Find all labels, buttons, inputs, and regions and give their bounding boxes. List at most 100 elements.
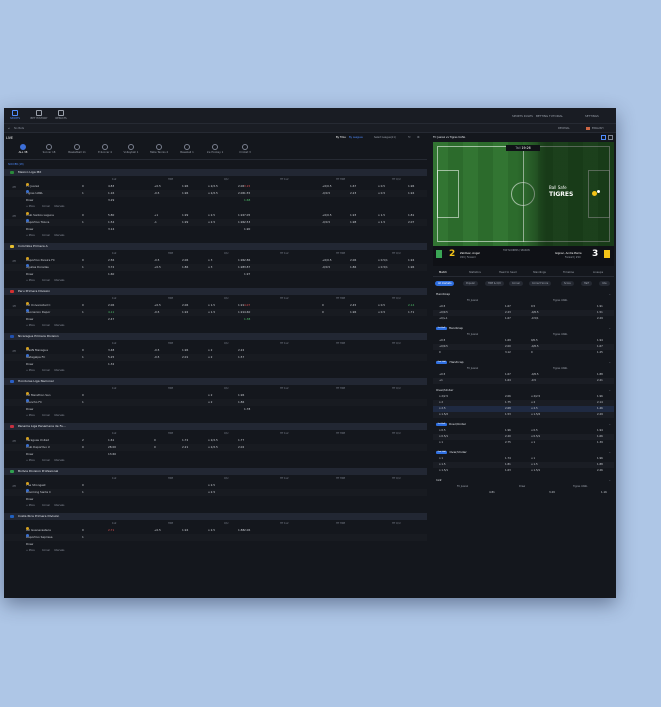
odds-cell[interactable]: 1.96 — [408, 183, 414, 190]
sort-by-time[interactable]: By Time — [336, 136, 346, 139]
odds-cell[interactable]: 2.06 — [182, 302, 188, 309]
detail-tab-4[interactable]: Timeline — [563, 271, 574, 274]
odds-cell[interactable]: 7.05 — [244, 212, 250, 219]
corner-link[interactable]: Corner — [42, 368, 50, 374]
odds-format-select[interactable]: DECIMAL — [558, 127, 570, 130]
odds-cell[interactable]: 1.94 — [408, 190, 414, 197]
intervals-link[interactable]: Intervals — [54, 278, 64, 284]
corner-link[interactable]: Corner — [42, 323, 50, 329]
sort-by-leagues[interactable]: By Leagues — [349, 136, 363, 139]
odds-value[interactable]: 1.64 — [505, 378, 511, 384]
more-link[interactable]: + More — [26, 548, 35, 554]
intervals-link[interactable]: Intervals — [54, 503, 64, 509]
odds-cell[interactable]: 1.38 — [244, 316, 250, 323]
league-header[interactable]: Colombia Primera A — [4, 243, 427, 250]
odds-cell[interactable]: 28.00 — [108, 444, 116, 451]
market-pill-1[interactable]: Popular — [463, 281, 478, 286]
detail-tab-0[interactable]: Match — [439, 271, 447, 274]
detail-tab-3[interactable]: Standings — [533, 271, 546, 274]
odds-cell[interactable]: 3.87 — [244, 264, 250, 271]
odds-cell[interactable]: 2.06 — [244, 527, 250, 534]
odds-cell[interactable]: 3.48 — [108, 347, 114, 354]
odds-cell[interactable]: 4.60 — [244, 309, 250, 316]
corner-link[interactable]: Corner — [42, 503, 50, 509]
corner-link[interactable]: Corner — [42, 548, 50, 554]
market-header[interactable]: Handicap ⌄ — [433, 291, 614, 298]
odds-cell[interactable]: 3.14 — [108, 226, 114, 233]
odds-cell[interactable]: 1.94 — [408, 257, 414, 264]
more-link[interactable]: + More — [26, 323, 35, 329]
odds-cell[interactable]: 4.07 — [244, 302, 250, 309]
odds-cell[interactable]: 3.72 — [108, 264, 114, 271]
market-header[interactable]: 1x2 ⌄ — [433, 477, 614, 484]
market-header[interactable]: 2nd Half Over/Under ⌄ — [433, 449, 614, 456]
more-link[interactable]: + More — [26, 458, 35, 464]
chevron-down-icon[interactable]: ⌄ — [608, 449, 611, 456]
chevron-down-icon[interactable]: ⌄ — [608, 387, 611, 394]
odds-cell[interactable]: 2.14 — [408, 302, 414, 309]
nav-bet-history[interactable]: BET HISTORY — [26, 110, 52, 120]
more-link[interactable]: + More — [26, 233, 35, 239]
more-link[interactable]: + More — [26, 204, 35, 210]
odds-cell[interactable]: 2.71 — [108, 527, 114, 534]
detail-tab-5[interactable]: Lineups — [593, 271, 603, 274]
odds-cell[interactable]: 2.56 — [108, 257, 114, 264]
odds-cell[interactable]: 2.06 — [108, 302, 114, 309]
odds-cell[interactable]: 5.80 — [108, 212, 114, 219]
corner-link[interactable]: Corner — [42, 204, 50, 210]
odds-cell[interactable]: 1.98 — [350, 219, 356, 226]
sport-tab-6[interactable]: Baseball 1 — [172, 144, 202, 154]
odds-cell[interactable]: 4.11 — [108, 309, 114, 316]
odds-cell[interactable]: 1.96 — [182, 183, 188, 190]
odds-cell[interactable]: 1.99 — [182, 219, 188, 226]
odds-cell[interactable]: 2.22 — [238, 347, 244, 354]
sport-tab-7[interactable]: Ice Hockey 1 — [200, 144, 230, 154]
odds-value[interactable]: 1.53 — [505, 412, 511, 418]
market-pill-5[interactable]: Score — [561, 281, 574, 286]
intervals-link[interactable]: Intervals — [54, 548, 64, 554]
chevron-down-icon[interactable]: ⌄ — [608, 325, 611, 332]
intervals-link[interactable]: Intervals — [54, 323, 64, 329]
odds-cell[interactable]: 2.02 — [238, 444, 244, 451]
more-link[interactable]: + More — [26, 368, 35, 374]
odds-cell[interactable]: 1.72 — [182, 437, 188, 444]
sport-tab-4[interactable]: Volleyball 1 — [116, 144, 146, 154]
intervals-link[interactable]: Intervals — [54, 413, 64, 419]
league-header[interactable]: Mexico Liga MX — [4, 169, 427, 176]
betting-tutorial-link[interactable]: BETTING TUTORIAL — [536, 114, 563, 118]
market-header[interactable]: 1st Half Handicap ⌄ — [433, 325, 614, 332]
layout-icon[interactable] — [601, 135, 606, 140]
odds-cell[interactable]: 2.45 — [350, 302, 356, 309]
settings-icon[interactable]: ⚙ — [417, 135, 420, 139]
intervals-link[interactable]: Intervals — [54, 233, 64, 239]
odds-cell[interactable]: 1.71 — [408, 309, 414, 316]
chevron-down-icon[interactable]: ⌄ — [608, 421, 611, 428]
chevron-down-icon[interactable]: ⌄ — [608, 291, 611, 298]
odds-cell[interactable]: 13.60 — [108, 451, 116, 458]
odds-cell[interactable]: 1.86 — [238, 399, 244, 406]
odds-cell[interactable]: 1.60 — [108, 271, 114, 278]
odds-cell[interactable]: 1.67 — [350, 183, 356, 190]
league-header[interactable]: Honduras Liga Nacional — [4, 378, 427, 385]
odds-cell[interactable]: 1.54 — [108, 219, 114, 226]
market-header[interactable]: 2nd Half Handicap ⌄ — [433, 359, 614, 366]
odds-cell[interactable]: 1.68 — [244, 197, 250, 204]
odds-cell[interactable]: 5.25 — [108, 354, 114, 361]
odds-cell[interactable]: 2.86 — [244, 257, 250, 264]
odds-cell[interactable]: 2.53 — [244, 219, 250, 226]
arrow-left-icon[interactable]: ◂ — [8, 127, 9, 130]
chevron-down-icon[interactable]: ⌄ — [608, 477, 611, 484]
market-header[interactable]: Over/Under ⌄ — [433, 387, 614, 394]
market-pill-6[interactable]: Half — [581, 281, 592, 286]
odds-cell[interactable]: 1.32 — [108, 361, 114, 368]
odds-cell[interactable]: 1.61 — [108, 437, 114, 444]
tv-icon[interactable] — [608, 135, 613, 140]
sport-tab-5[interactable]: Table Tennis 4 — [144, 144, 174, 154]
more-link[interactable]: + More — [26, 278, 35, 284]
intervals-link[interactable]: Intervals — [54, 458, 64, 464]
odds-cell[interactable]: 1.16 — [108, 190, 114, 197]
corner-link[interactable]: Corner — [42, 233, 50, 239]
corner-link[interactable]: Corner — [42, 413, 50, 419]
odds-cell[interactable]: 2.06 — [182, 257, 188, 264]
odds-value[interactable]: 4.81 — [489, 490, 495, 496]
